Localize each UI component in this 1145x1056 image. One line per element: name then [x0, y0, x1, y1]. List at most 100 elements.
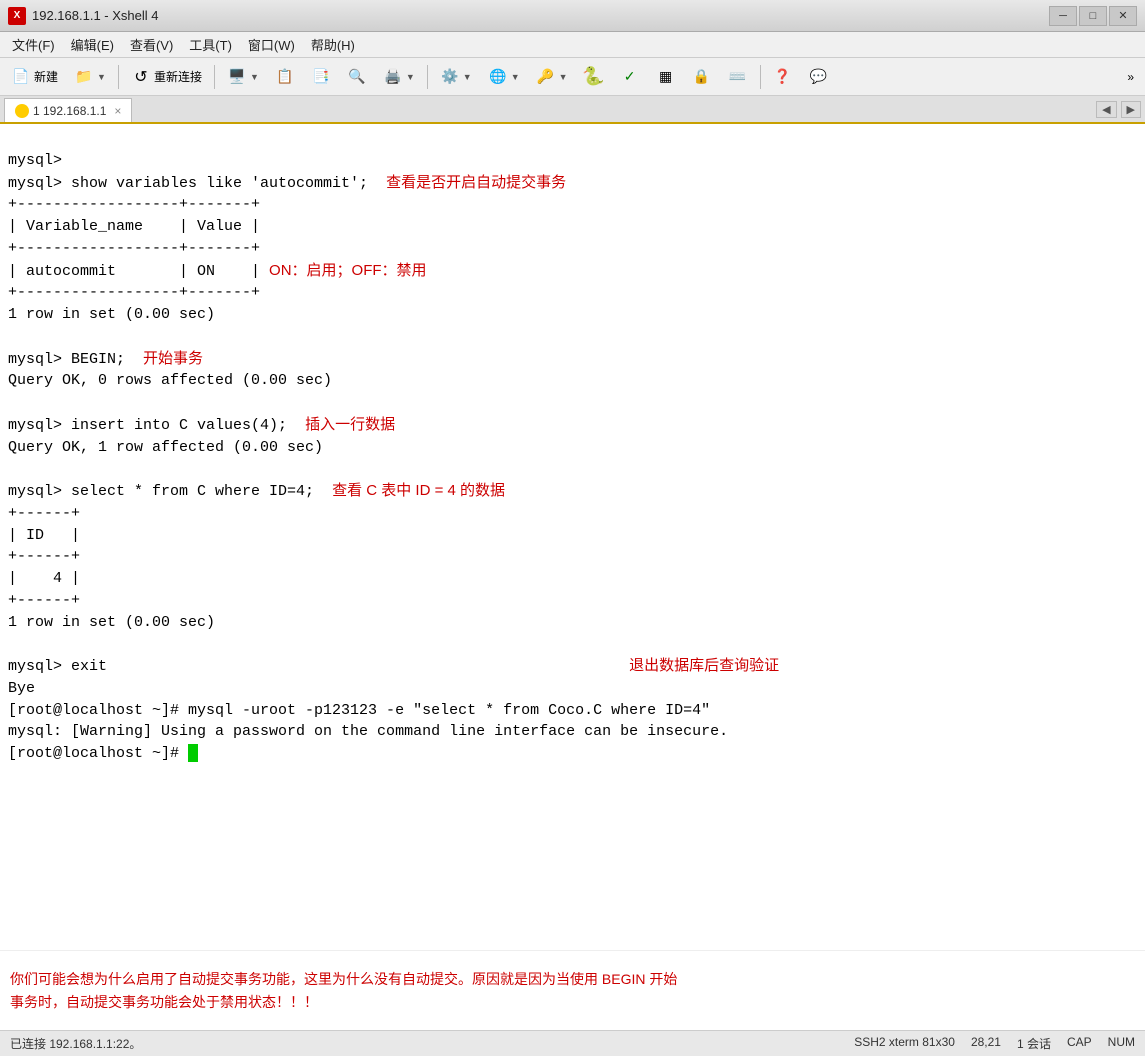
copy-button[interactable]: 📋 [268, 62, 302, 92]
screen-arrow: ▼ [250, 72, 259, 82]
find-icon: 🔍 [347, 67, 367, 87]
minimize-button[interactable]: ─ [1049, 6, 1077, 26]
tab-nav: ◀ ▶ [1096, 101, 1141, 122]
comment-autocommit: 查看是否开启自动提交事务 [386, 174, 566, 191]
annotation-block: 你们可能会想为什么启用了自动提交事务功能，这里为什么没有自动提交。原因就是因为当… [0, 950, 1145, 1030]
status-right: SSH2 xterm 81x30 28,21 1 会话 CAP NUM [854, 1035, 1135, 1052]
line-blank-1 [8, 328, 17, 345]
tab-icon [15, 104, 29, 118]
keyboard-icon: ⌨️ [728, 67, 748, 87]
status-position: 28,21 [971, 1035, 1001, 1052]
new-button[interactable]: 📄 新建 [4, 62, 65, 92]
grid-button[interactable]: ▦ [649, 62, 683, 92]
titlebar: X 192.168.1.1 - Xshell 4 ─ □ ✕ [0, 0, 1145, 32]
line-row-count: 1 row in set (0.00 sec) [8, 614, 215, 631]
maximize-button[interactable]: □ [1079, 6, 1107, 26]
line-select: mysql> select * from C where ID=4; 查看 C … [8, 483, 505, 500]
chat-icon: 💬 [809, 67, 829, 87]
paste-button[interactable]: 📑 [304, 62, 338, 92]
line-8: 1 row in set (0.00 sec) [8, 306, 215, 323]
separator-3 [427, 65, 428, 89]
line-2: mysql> show variables like 'autocommit';… [8, 175, 566, 192]
terminal[interactable]: mysql> mysql> show variables like 'autoc… [0, 124, 1145, 950]
terminal-wrapper: mysql> mysql> show variables like 'autoc… [0, 124, 1145, 1030]
copy-icon: 📋 [275, 67, 295, 87]
help-icon: ❓ [773, 67, 793, 87]
tab-next-button[interactable]: ▶ [1121, 101, 1141, 118]
menu-view[interactable]: 查看(V) [122, 33, 181, 56]
line-mysql-cmd: [root@localhost ~]# mysql -uroot -p12312… [8, 702, 710, 719]
line-sep-2: +------+ [8, 548, 80, 565]
tab-prev-button[interactable]: ◀ [1096, 101, 1116, 118]
chat-button[interactable]: 💬 [802, 62, 836, 92]
status-ssh: SSH2 xterm 81x30 [854, 1035, 955, 1052]
line-begin: mysql> BEGIN; 开始事务 [8, 351, 203, 368]
menu-tools[interactable]: 工具(T) [181, 33, 240, 56]
separator-4 [760, 65, 761, 89]
app-icon: X [8, 7, 26, 25]
line-blank-3 [8, 460, 17, 477]
menu-window[interactable]: 窗口(W) [240, 33, 303, 56]
network-button[interactable]: 🌐 ▼ [481, 62, 527, 92]
open-icon: 📁 [74, 67, 94, 87]
new-icon: 📄 [11, 67, 31, 87]
print-icon: 🖨️ [383, 67, 403, 87]
line-bye: Bye [8, 680, 35, 697]
open-button[interactable]: 📁 ▼ [67, 62, 113, 92]
settings-arrow: ▼ [463, 72, 472, 82]
line-insert: mysql> insert into C values(4); 插入一行数据 [8, 417, 395, 434]
menu-help[interactable]: 帮助(H) [303, 33, 363, 56]
cursor [188, 744, 198, 762]
lock-button[interactable]: 🔒 [685, 62, 719, 92]
line-query-ok-2: Query OK, 1 row affected (0.00 sec) [8, 439, 323, 456]
keyboard-button[interactable]: ⌨️ [721, 62, 755, 92]
tab-session[interactable]: 1 192.168.1.1 × [4, 98, 132, 122]
reconnect-button[interactable]: ↺ 重新连接 [124, 62, 209, 92]
screen-button[interactable]: 🖥️ ▼ [220, 62, 266, 92]
new-label: 新建 [34, 68, 58, 85]
close-button[interactable]: ✕ [1109, 6, 1137, 26]
check-icon: ✓ [620, 67, 640, 87]
find-button[interactable]: 🔍 [340, 62, 374, 92]
line-3: +------------------+-------+ [8, 196, 260, 213]
menubar: 文件(F) 编辑(E) 查看(V) 工具(T) 窗口(W) 帮助(H) [0, 32, 1145, 58]
statusbar: 已连接 192.168.1.1:22。 SSH2 xterm 81x30 28,… [0, 1030, 1145, 1056]
key-button[interactable]: 🔑 ▼ [529, 62, 575, 92]
paste-icon: 📑 [311, 67, 331, 87]
more-icon: » [1127, 70, 1134, 84]
status-num: NUM [1108, 1035, 1135, 1052]
line-prompt: [root@localhost ~]# [8, 745, 198, 762]
window-controls: ─ □ ✕ [1049, 6, 1137, 26]
script-button[interactable]: 🐍 [577, 62, 611, 92]
line-warning: mysql: [Warning] Using a password on the… [8, 723, 728, 740]
tab-close-button[interactable]: × [114, 104, 121, 118]
separator-1 [118, 65, 119, 89]
line-4: | Variable_name | Value | [8, 218, 260, 235]
comment-begin: 开始事务 [143, 350, 203, 367]
line-1: mysql> [8, 152, 62, 169]
reconnect-label: 重新连接 [154, 68, 202, 85]
tab-label: 1 192.168.1.1 [33, 104, 106, 118]
open-arrow: ▼ [97, 72, 106, 82]
line-sep-3: +------+ [8, 592, 80, 609]
settings-icon: ⚙️ [440, 67, 460, 87]
print-button[interactable]: 🖨️ ▼ [376, 62, 422, 92]
line-blank-4 [8, 635, 17, 652]
help-button[interactable]: ❓ [766, 62, 800, 92]
settings-button[interactable]: ⚙️ ▼ [433, 62, 479, 92]
status-sessions: 1 会话 [1017, 1035, 1051, 1052]
tabbar: 1 192.168.1.1 × ◀ ▶ [0, 96, 1145, 124]
line-6: | autocommit | ON | ON：启用；OFF：禁用 [8, 263, 427, 280]
annotation-text: 你们可能会想为什么启用了自动提交事务功能，这里为什么没有自动提交。原因就是因为当… [10, 968, 677, 1013]
comment-exit: 退出数据库后查询验证 [629, 657, 779, 674]
network-icon: 🌐 [488, 67, 508, 87]
more-button[interactable]: » [1120, 62, 1141, 92]
print-arrow: ▼ [406, 72, 415, 82]
check-button[interactable]: ✓ [613, 62, 647, 92]
window-title: 192.168.1.1 - Xshell 4 [32, 8, 1049, 23]
line-7: +------------------+-------+ [8, 284, 260, 301]
menu-file[interactable]: 文件(F) [4, 33, 63, 56]
toolbar: 📄 新建 📁 ▼ ↺ 重新连接 🖥️ ▼ 📋 📑 🔍 🖨️ ▼ ⚙️ ▼ 🌐 ▼… [0, 58, 1145, 96]
menu-edit[interactable]: 编辑(E) [63, 33, 122, 56]
line-blank-2 [8, 394, 17, 411]
